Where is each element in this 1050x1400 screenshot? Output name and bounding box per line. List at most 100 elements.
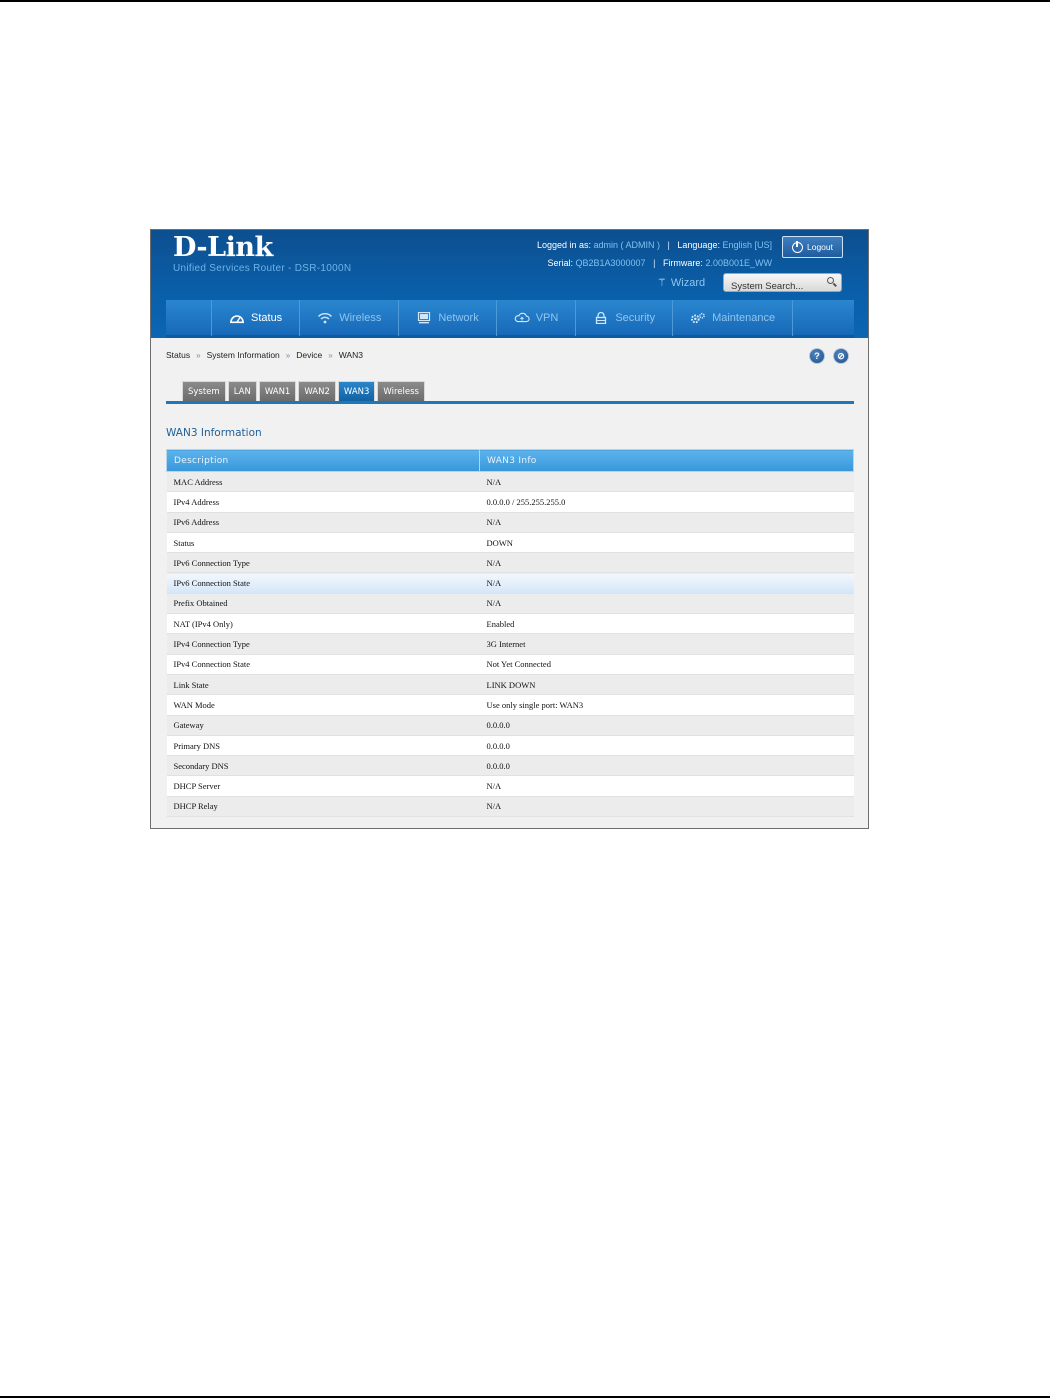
nav-item-security[interactable]: Security (575, 299, 672, 336)
row-value: 0.0.0.0 / 255.255.255.0 (479, 491, 854, 513)
tab-wan3[interactable]: WAN3 (337, 381, 376, 402)
serial-value: QB2B1A3000007 (575, 258, 646, 268)
row-description: DHCP Relay (166, 796, 480, 818)
nav-label: Wireless (339, 311, 382, 324)
language-selector[interactable]: English [US] (722, 240, 772, 250)
table-row: IPv6 Address N/A (166, 512, 854, 533)
table-row: Primary DNS 0.0.0.0 (166, 735, 854, 757)
table-row: NAT (IPv4 Only) Enabled (166, 613, 854, 635)
tab-wan2[interactable]: WAN2 (298, 381, 336, 402)
row-description: DHCP Server (166, 775, 480, 797)
wand-icon: ⚚ (657, 277, 667, 289)
breadcrumb-separator: » (285, 351, 291, 360)
row-description: IPv4 Address (166, 491, 480, 513)
column-header: WAN3 Info (479, 449, 854, 472)
tab-wan1[interactable]: WAN1 (258, 381, 297, 402)
device-tabs: System LAN WAN1 WAN2 WAN3 Wireless (182, 381, 425, 402)
row-value: Enabled (479, 613, 854, 635)
row-value: N/A (479, 552, 854, 574)
breadcrumb-separator: » (196, 351, 201, 360)
section-title: WAN3 Information (166, 427, 262, 439)
row-value: N/A (479, 796, 854, 818)
table-row: Prefix Obtained N/A (166, 593, 854, 615)
help-icon[interactable]: ? (809, 348, 825, 364)
system-search-input[interactable] (724, 278, 820, 295)
separator: | (667, 240, 670, 250)
page-bottom-rule (0, 1396, 1050, 1398)
wizard-link[interactable]: ⚚ Wizard (657, 276, 705, 290)
table-row: IPv6 Connection Type N/A (166, 552, 854, 574)
row-value: N/A (479, 593, 854, 615)
tab-underline (166, 401, 854, 404)
router-ui-screenshot: D-Link Unified Services Router - DSR-100… (150, 229, 869, 829)
row-value: 0.0.0.0 (479, 715, 854, 736)
nav-item-wireless[interactable]: Wireless (299, 299, 398, 336)
row-value: 0.0.0.0 (479, 735, 854, 757)
row-description: IPv4 Connection Type (166, 633, 480, 655)
tab-system[interactable]: System (182, 381, 226, 402)
row-value: 3G Internet (479, 633, 854, 655)
row-value: Not Yet Connected (479, 654, 854, 675)
nav-label: Security (615, 311, 656, 324)
row-description: WAN Mode (166, 694, 480, 716)
breadcrumb-item[interactable]: Status (166, 350, 190, 360)
row-description: NAT (IPv4 Only) (166, 613, 480, 635)
gears-icon (691, 312, 705, 323)
row-description: IPv4 Connection State (166, 654, 480, 675)
firmware-value: 2.00B001E_WW (705, 258, 772, 268)
login-info: Logged in as: admin ( ADMIN ) | Language… (537, 240, 772, 250)
row-value: 0.0.0.0 (479, 755, 854, 777)
info-icon[interactable]: ⊘ (833, 348, 849, 364)
row-description: IPv6 Connection Type (166, 552, 480, 574)
row-value: LINK DOWN (479, 674, 854, 696)
page-top-rule (0, 0, 1050, 2)
monitor-icon (418, 311, 431, 323)
row-value: N/A (479, 572, 854, 594)
row-description: IPv6 Connection State (166, 572, 480, 594)
table-row: MAC Address N/A (166, 471, 854, 493)
row-value: DOWN (479, 532, 854, 554)
device-info: Serial: QB2B1A3000007 | Firmware: 2.00B0… (547, 258, 772, 268)
nav-label: Status (251, 311, 283, 324)
row-description: Gateway (166, 715, 480, 736)
wan3-info-table: Description WAN3 Info MAC Address N/A IPv4… (166, 449, 854, 818)
breadcrumb-item[interactable]: Device (296, 350, 322, 360)
table-row: WAN Mode Use only single port: WAN3 (166, 694, 854, 716)
lock-icon (596, 311, 607, 324)
logout-button[interactable]: Logout (782, 236, 843, 258)
nav-label: VPN (535, 311, 559, 324)
nav-item-vpn[interactable]: VPN (495, 299, 576, 336)
tab-lan[interactable]: LAN (227, 381, 257, 402)
nav-label: Maintenance (712, 311, 776, 324)
nav-item-status[interactable]: Status (211, 299, 299, 336)
logout-label: Logout (807, 242, 833, 252)
nav-label: Network (438, 311, 479, 324)
table-row: DHCP Server N/A (166, 775, 854, 797)
table-row: Gateway 0.0.0.0 (166, 715, 854, 736)
dashboard-icon (230, 314, 244, 323)
system-search-box (723, 273, 842, 295)
row-value: N/A (479, 471, 854, 493)
row-description: Secondary DNS (166, 755, 480, 777)
breadcrumb: Status » System Information » Device » WAN3 (166, 350, 363, 360)
power-icon (792, 240, 803, 253)
table-header-row: Description WAN3 Info (166, 449, 854, 472)
nav-item-maintenance[interactable]: Maintenance (672, 299, 792, 336)
wifi-icon (318, 312, 333, 323)
search-icon[interactable] (827, 277, 834, 284)
table-row: Status DOWN (166, 532, 854, 554)
table-row: Link State LINK DOWN (166, 674, 854, 696)
row-description: Link State (166, 674, 480, 696)
logged-in-label: Logged in as: (536, 240, 591, 250)
header-bar: D-Link Unified Services Router - DSR-100… (151, 230, 868, 338)
nav-item-network[interactable]: Network (398, 299, 495, 336)
table-row: IPv4 Connection Type 3G Internet (166, 633, 854, 655)
row-description: Prefix Obtained (166, 593, 480, 615)
dlink-logo: D-Link (173, 232, 273, 263)
serial-label: Serial: (547, 258, 573, 268)
tab-wireless[interactable]: Wireless (377, 381, 425, 402)
breadcrumb-item[interactable]: System Information (207, 350, 280, 360)
logged-in-user[interactable]: admin ( ADMIN ) (594, 240, 661, 250)
table-row: IPv4 Connection State Not Yet Connected (166, 654, 854, 675)
table-row: IPv6 Connection State N/A (166, 572, 854, 594)
